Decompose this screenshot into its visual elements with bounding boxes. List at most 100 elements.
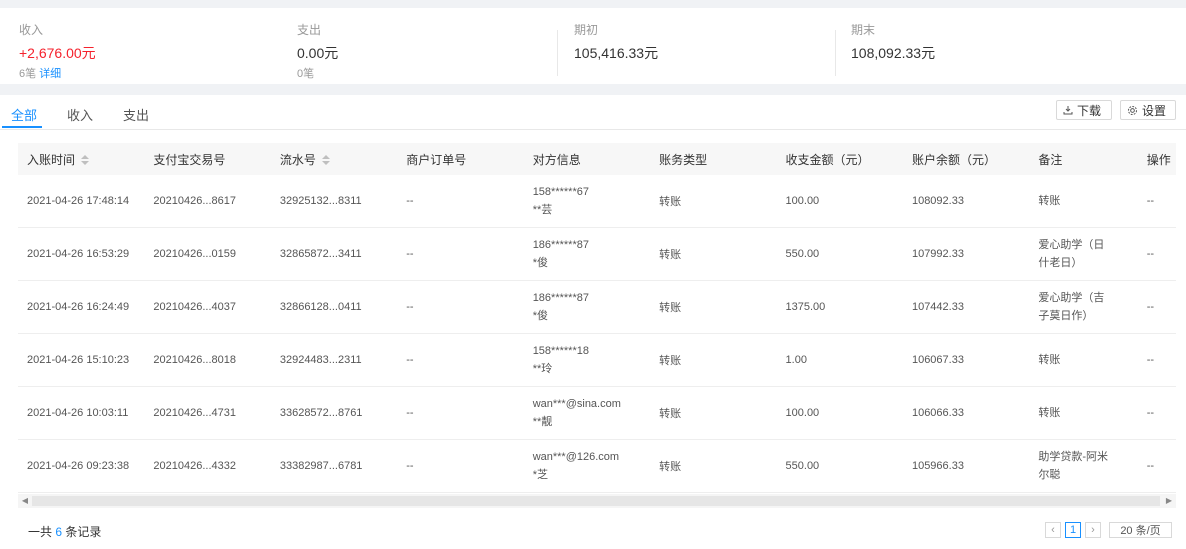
column-header: 支付宝交易号: [144, 143, 271, 175]
download-label: 下载: [1077, 103, 1102, 118]
expense-label: 支出: [297, 23, 322, 37]
cell-order-no: --: [397, 439, 524, 493]
cell-time: 2021-04-26 17:48:14: [18, 175, 145, 228]
sort-icon[interactable]: [81, 155, 90, 166]
table-row[interactable]: 2021-04-26 09:23:38 20210426...4332 333829…: [18, 439, 1176, 493]
cell-type: 转账: [650, 280, 777, 334]
column-header-label: 流水号: [279, 152, 316, 167]
download-button[interactable]: 下载: [1056, 100, 1112, 120]
cell-balance: 106066.33: [902, 386, 1030, 440]
table-row[interactable]: 2021-04-26 17:48:14 20210426...8617 329251…: [18, 175, 1176, 228]
total-suffix: 条记录: [65, 525, 102, 539]
cell-trade-no: 20210426...4332: [144, 439, 271, 493]
records-table: 入账时间 支付宝交易号 流水号 商户订单号 对方信息 账务类型 收支金额（元） …: [18, 143, 1176, 494]
cell-balance: 107992.33: [902, 227, 1030, 281]
party-account: 186******87: [532, 292, 589, 304]
horizontal-scrollbar[interactable]: ◀ ▶: [18, 494, 1176, 508]
total-prefix: 一共: [28, 525, 53, 539]
column-header: 账务类型: [650, 143, 777, 175]
summary-income: 收入 +2,676.00元 6笔 详细: [19, 22, 96, 82]
opening-value: 105,416.33元: [574, 45, 659, 61]
cell-party: 158******67 **芸: [523, 175, 651, 228]
cell-balance: 108092.33: [902, 175, 1030, 228]
table-row[interactable]: 2021-04-26 15:10:23 20210426...8018 329244…: [18, 333, 1176, 387]
cell-party: 158******18 **玲: [523, 333, 651, 387]
tab-income[interactable]: 收入: [67, 105, 93, 124]
cell-balance: 107442.33: [902, 280, 1030, 334]
party-account: 186******87: [532, 239, 589, 251]
cell-party: wan***@126.com *芝: [523, 439, 651, 493]
cell-amount: 550.00: [776, 227, 903, 281]
cell-action[interactable]: --: [1137, 227, 1176, 281]
table-row[interactable]: 2021-04-26 16:24:49 20210426...4037 328661…: [18, 280, 1176, 334]
sort-icon[interactable]: [321, 155, 330, 166]
cell-order-no: --: [397, 175, 524, 228]
cell-action[interactable]: --: [1137, 386, 1176, 440]
party-account: 158******67: [532, 186, 589, 198]
cell-action[interactable]: --: [1137, 175, 1176, 228]
cell-remark: 爱心助学（吉 子莫日作）: [1029, 280, 1138, 334]
table-row[interactable]: 2021-04-26 16:53:29 20210426...0159 328658…: [18, 227, 1176, 281]
cell-balance: 105966.33: [902, 439, 1030, 493]
cell-type: 转账: [650, 227, 777, 281]
party-name: *俊: [532, 257, 548, 269]
cell-time: 2021-04-26 15:10:23: [18, 333, 145, 387]
cell-type: 转账: [650, 386, 777, 440]
cell-trade-no: 20210426...0159: [144, 227, 271, 281]
column-header: 账户余额（元）: [902, 143, 1030, 175]
tab-active-indicator: [2, 126, 42, 128]
page-size-select[interactable]: 20 条/页: [1109, 522, 1172, 538]
summary-opening: 期初 105,416.33元: [574, 22, 658, 82]
download-icon: [1063, 106, 1073, 115]
remark-line: 子莫日作）: [1038, 310, 1094, 322]
remark-line: 转账: [1038, 407, 1061, 419]
party-name: **玲: [532, 363, 553, 375]
scroll-left-icon[interactable]: ◀: [18, 494, 32, 508]
cell-remark: 转账: [1029, 333, 1138, 387]
column-header: 操作: [1137, 143, 1176, 175]
cell-action[interactable]: --: [1137, 280, 1176, 334]
scroll-right-icon[interactable]: ▶: [1162, 494, 1176, 508]
cell-action[interactable]: --: [1137, 333, 1176, 387]
cell-serial-no: 33628572...8761: [270, 386, 398, 440]
cell-time: 2021-04-26 09:23:38: [18, 439, 145, 493]
expense-value: 0.00元: [297, 45, 339, 61]
income-detail-link[interactable]: 详细: [39, 68, 61, 80]
column-header: 收支金额（元）: [776, 143, 903, 175]
cell-order-no: --: [397, 333, 524, 387]
total-count: 6: [55, 525, 63, 539]
tab-expense[interactable]: 支出: [123, 105, 149, 124]
party-account: wan***@126.com: [532, 451, 620, 463]
cell-action[interactable]: --: [1137, 439, 1176, 493]
cell-party: wan***@sina.com **靓: [523, 386, 651, 440]
remark-line: 转账: [1038, 354, 1061, 366]
scrollbar-thumb[interactable]: [32, 496, 1160, 506]
closing-label: 期末: [851, 23, 876, 37]
party-name: *俊: [532, 310, 548, 322]
column-header[interactable]: 入账时间: [18, 143, 145, 175]
opening-label: 期初: [574, 23, 599, 37]
prev-page-button[interactable]: ‹: [1045, 522, 1061, 538]
column-header-label: 入账时间: [27, 152, 76, 167]
cell-time: 2021-04-26 16:53:29: [18, 227, 145, 281]
page-number-current[interactable]: 1: [1065, 522, 1081, 538]
cell-type: 转账: [650, 333, 777, 387]
cell-balance: 106067.33: [902, 333, 1030, 387]
remark-line: 转账: [1038, 195, 1061, 207]
summary-divider: [557, 30, 558, 76]
table-row[interactable]: 2021-04-26 10:03:11 20210426...4731 336285…: [18, 386, 1176, 440]
column-header: 商户订单号: [397, 143, 524, 175]
column-header[interactable]: 流水号: [270, 143, 398, 175]
remark-line: 什老日）: [1038, 257, 1083, 269]
gear-icon: [1127, 105, 1138, 115]
total-records: 一共 6 条记录: [28, 523, 101, 540]
remark-line: 尔聪: [1038, 469, 1061, 481]
summary-divider: [835, 30, 836, 76]
records-panel: 全部 收入 支出 下载 设置 入账时间 支付宝交易号 流水号 商户订单号 对方信…: [0, 95, 1186, 549]
remark-line: 爱心助学（吉: [1038, 292, 1105, 304]
next-page-button[interactable]: ›: [1085, 522, 1101, 538]
party-name: *芝: [532, 469, 548, 481]
settings-button[interactable]: 设置: [1120, 100, 1176, 120]
income-label: 收入: [19, 23, 44, 37]
tab-all[interactable]: 全部: [11, 105, 37, 124]
